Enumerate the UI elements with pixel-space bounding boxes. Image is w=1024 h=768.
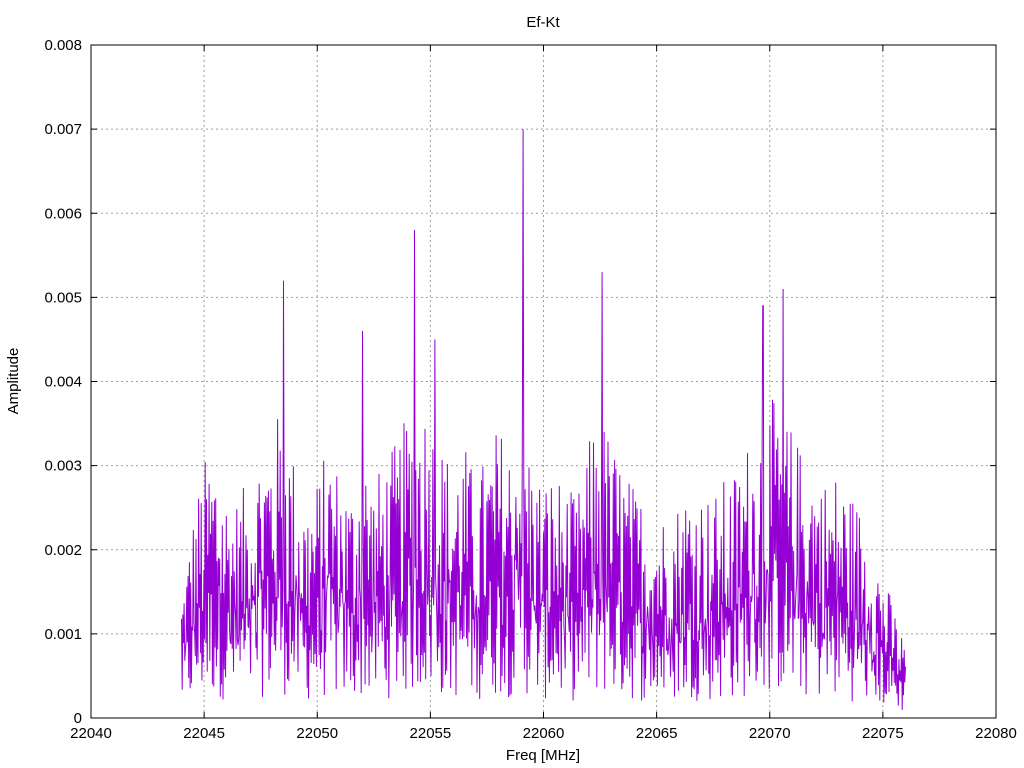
x-tick-label: 22080 — [975, 725, 1017, 742]
x-tick-label: 22060 — [523, 725, 565, 742]
x-tick-label: 22050 — [296, 725, 338, 742]
x-tick-labels: 22040 22045 22050 22055 22060 22065 22070 22075… — [70, 725, 1017, 742]
x-tick-label: 22070 — [749, 725, 791, 742]
y-tick-label: 0.004 — [44, 374, 82, 391]
x-axis-label: Freq [MHz] — [506, 747, 580, 764]
x-tick-label: 22065 — [636, 725, 678, 742]
y-tick-label: 0.001 — [44, 626, 82, 643]
y-tick-label: 0.005 — [44, 289, 82, 306]
y-tick-label: 0.006 — [44, 205, 82, 222]
y-axis-label: Amplitude — [5, 348, 22, 415]
chart: Ef-Kt 22040 22045 22050 22055 22060 22065 2207… — [5, 14, 1017, 764]
x-tick-label: 22075 — [862, 725, 904, 742]
y-tick-label: 0.002 — [44, 542, 82, 559]
y-tick-label: 0 — [74, 710, 82, 727]
y-tick-labels: 0 0.001 0.002 0.003 0.004 0.005 0.006 0.007 0.00… — [44, 37, 82, 727]
y-tick-label: 0.007 — [44, 121, 82, 138]
x-tick-label: 22055 — [410, 725, 452, 742]
y-tick-label: 0.008 — [44, 37, 82, 54]
x-tick-label: 22045 — [183, 725, 225, 742]
chart-title: Ef-Kt — [526, 14, 560, 31]
x-tick-label: 22040 — [70, 725, 112, 742]
y-tick-label: 0.003 — [44, 458, 82, 475]
